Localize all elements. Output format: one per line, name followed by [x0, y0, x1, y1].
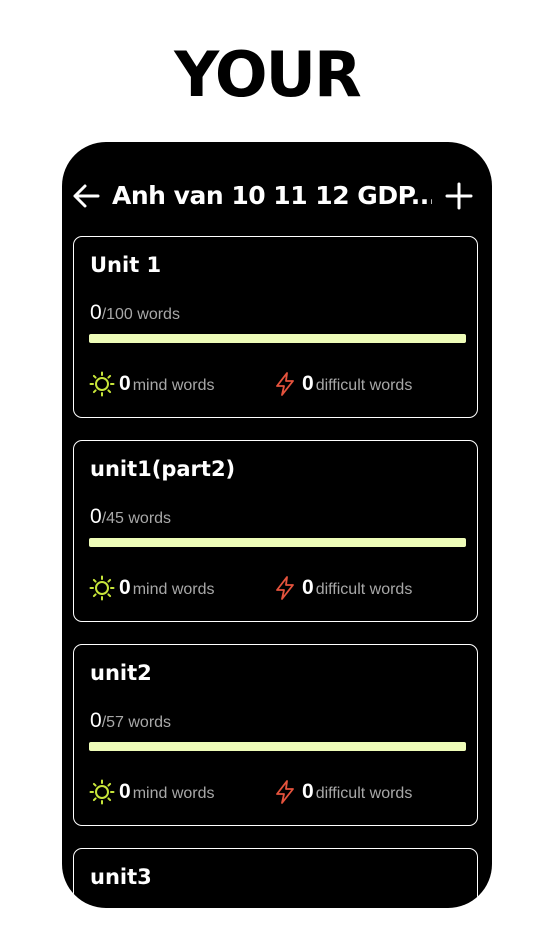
sun-icon: [89, 779, 115, 805]
unit-card[interactable]: Unit 1 0/100 words 0 mind words 0 diffic…: [73, 236, 478, 418]
word-progress: 0/45 words: [90, 505, 171, 529]
mind-words-count: 0: [119, 576, 131, 599]
mind-words-label: mind words: [132, 377, 215, 394]
sun-icon: [89, 371, 115, 397]
difficult-words-label: difficult words: [315, 581, 413, 598]
page-title: Anh van 10 11 12 GDP...: [112, 181, 432, 210]
unit-card[interactable]: unit2 0/57 words 0 mind words 0 difficul…: [73, 644, 478, 826]
progress-bar: [89, 742, 466, 751]
difficult-words-label: difficult words: [315, 785, 413, 802]
unit-title: Unit 1: [90, 253, 162, 277]
learned-count: 0: [90, 301, 102, 324]
promo-title: YOUR: [174, 38, 361, 111]
word-progress: 0/57 words: [90, 709, 171, 733]
progress-bar-fill: [89, 334, 466, 343]
progress-bar: [89, 334, 466, 343]
mind-words-label: mind words: [132, 785, 215, 802]
lightning-icon: [276, 780, 294, 804]
learned-count: 0: [90, 709, 102, 732]
unit-title: unit2: [90, 661, 152, 685]
progress-bar-fill: [89, 742, 466, 751]
mind-words-count: 0: [119, 372, 131, 395]
difficult-words-count: 0: [302, 780, 314, 803]
arrow-left-icon: [73, 184, 100, 208]
lightning-icon: [276, 372, 294, 396]
phone-screen: Anh van 10 11 12 GDP... Unit 1 0/100 wor…: [62, 142, 492, 908]
unit-card[interactable]: unit1(part2) 0/45 words 0 mind words 0 d…: [73, 440, 478, 622]
sun-icon: [89, 575, 115, 601]
word-progress: 0/100 words: [90, 301, 180, 325]
mind-words-label: mind words: [132, 581, 215, 598]
mind-words-stat: 0 mind words: [89, 371, 215, 397]
unit-list: Unit 1 0/100 words 0 mind words 0 diffic…: [73, 236, 482, 908]
mind-words-stat: 0 mind words: [89, 779, 215, 805]
difficult-words-count: 0: [302, 372, 314, 395]
lightning-icon: [276, 576, 294, 600]
learned-count: 0: [90, 505, 102, 528]
unit-card[interactable]: unit3: [73, 848, 478, 908]
progress-bar: [89, 538, 466, 547]
difficult-words-label: difficult words: [315, 377, 413, 394]
back-button[interactable]: [72, 182, 100, 210]
difficult-words-stat: 0 difficult words: [272, 371, 412, 397]
difficult-words-count: 0: [302, 576, 314, 599]
difficult-words-stat: 0 difficult words: [272, 779, 412, 805]
mind-words-count: 0: [119, 780, 131, 803]
progress-bar-fill: [89, 538, 466, 547]
unit-title: unit3: [90, 865, 152, 889]
total-words: /57 words: [101, 714, 172, 731]
total-words: /100 words: [101, 306, 180, 323]
add-button[interactable]: [444, 181, 474, 211]
difficult-words-stat: 0 difficult words: [272, 575, 412, 601]
total-words: /45 words: [101, 510, 172, 527]
header: Anh van 10 11 12 GDP...: [62, 176, 492, 216]
plus-icon: [445, 182, 473, 210]
mind-words-stat: 0 mind words: [89, 575, 215, 601]
unit-title: unit1(part2): [90, 457, 236, 481]
